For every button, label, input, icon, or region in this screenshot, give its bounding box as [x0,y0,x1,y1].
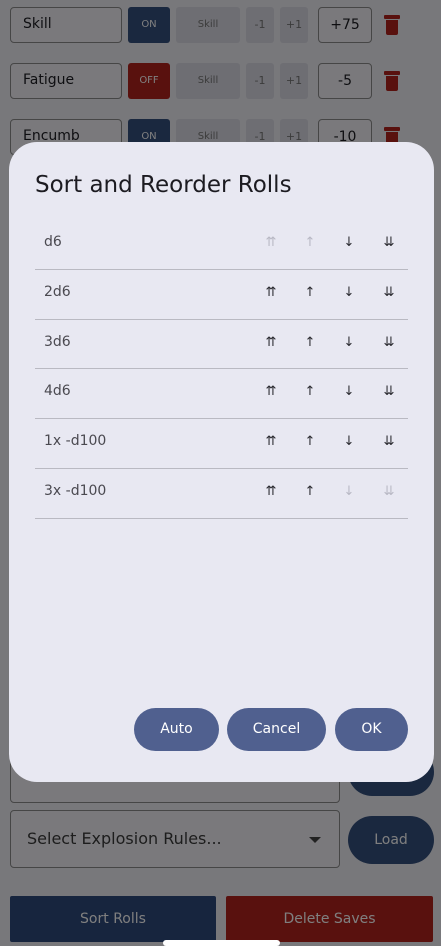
roll-label: 3x -d100 [44,482,107,499]
move-to-top-icon[interactable]: ⇈ [261,335,281,350]
move-up-icon[interactable]: ↑ [300,484,320,499]
roll-row: 4d6 ⇈ ↑ ↓ ⇊ [35,369,408,420]
move-to-top-icon[interactable]: ⇈ [261,384,281,399]
move-to-bottom-icon[interactable]: ⇊ [379,235,399,250]
move-up-icon[interactable]: ↑ [300,384,320,399]
roll-list: d6 ⇈ ↑ ↓ ⇊ 2d6 ⇈ ↑ ↓ ⇊ 3d6 ⇈ ↑ ↓ ⇊ 4d6 ⇈… [35,220,408,519]
roll-label: 2d6 [44,283,71,300]
move-down-icon[interactable]: ↓ [339,285,359,300]
roll-label: 1x -d100 [44,433,107,450]
roll-row: 3x -d100 ⇈ ↑ ↓ ⇊ [35,469,408,519]
move-down-icon[interactable]: ↓ [339,335,359,350]
roll-label: d6 [44,234,62,250]
auto-button[interactable]: Auto [134,708,219,751]
move-up-icon[interactable]: ↑ [300,434,320,449]
move-to-bottom-icon: ⇊ [383,483,395,499]
move-down-icon[interactable]: ↓ [339,434,359,449]
sort-rolls-dialog: Sort and Reorder Rolls d6 ⇈ ↑ ↓ ⇊ 2d6 ⇈ … [9,142,434,782]
move-to-top-icon: ⇈ [265,235,277,250]
move-up-icon[interactable]: ↑ [300,285,320,300]
move-down-icon[interactable]: ↓ [339,384,359,399]
move-to-bottom-icon[interactable]: ⇊ [379,285,399,300]
roll-row: 3d6 ⇈ ↑ ↓ ⇊ [35,320,408,370]
move-to-top-icon[interactable]: ⇈ [261,484,281,499]
move-to-bottom-icon[interactable]: ⇊ [379,335,399,350]
move-to-bottom-icon[interactable]: ⇊ [379,434,399,449]
move-to-top-icon[interactable]: ⇈ [261,434,281,449]
move-to-top-icon[interactable]: ⇈ [261,285,281,300]
roll-row: 2d6 ⇈ ↑ ↓ ⇊ [35,270,408,320]
move-up-icon[interactable]: ↑ [300,335,320,350]
roll-row: d6 ⇈ ↑ ↓ ⇊ [35,220,408,270]
roll-label: 3d6 [44,333,71,350]
dialog-title: Sort and Reorder Rolls [35,172,292,198]
move-down-icon[interactable]: ↓ [339,235,359,250]
move-up-icon: ↑ [304,235,316,250]
roll-row: 1x -d100 ⇈ ↑ ↓ ⇊ [35,419,408,469]
cancel-button[interactable]: Cancel [227,708,326,751]
ok-button[interactable]: OK [335,708,408,751]
roll-label: 4d6 [44,383,71,400]
navigation-handle[interactable] [163,940,280,946]
move-down-icon: ↓ [343,483,355,499]
move-to-bottom-icon[interactable]: ⇊ [379,384,399,399]
